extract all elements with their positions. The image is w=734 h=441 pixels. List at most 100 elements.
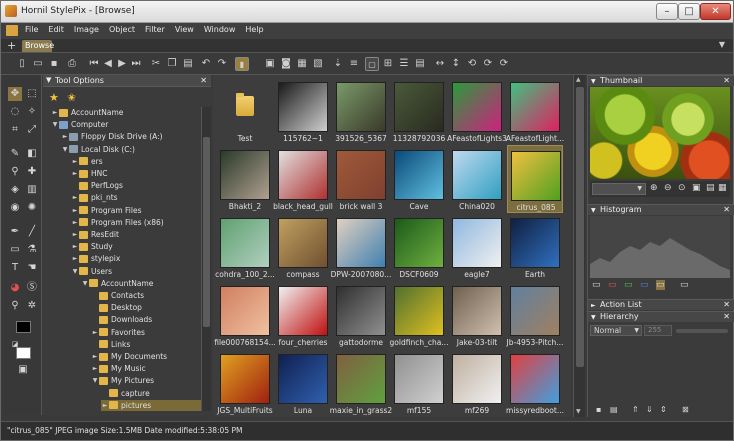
script-tool-icon[interactable]: Ⓢ [25, 281, 39, 295]
new-layer-icon[interactable]: ▪ [596, 405, 601, 414]
close-icon[interactable]: ✕ [200, 76, 207, 85]
thumbnail-item[interactable]: JGS_MultiFruits [217, 349, 273, 417]
new-tab-plus-icon[interactable]: + [7, 39, 16, 52]
expand-arrow-icon[interactable]: ► [91, 353, 99, 360]
menu-filter[interactable]: Filter [145, 25, 165, 34]
move-down-icon[interactable]: ⇓ [646, 405, 653, 414]
collapse-triangle-icon[interactable]: ▼ [591, 78, 596, 85]
gradient-tool-icon[interactable]: ▥ [25, 183, 39, 197]
tree-item[interactable]: Links [91, 339, 201, 350]
tab-browse[interactable]: Browse [22, 40, 54, 52]
expand-arrow-icon[interactable]: ► [71, 243, 79, 250]
magic-wand-icon[interactable]: ✧ [25, 105, 39, 119]
expand-arrow-icon[interactable]: ► [101, 402, 109, 409]
tree-item[interactable]: ► Program Files (x86) [71, 217, 201, 228]
close-button[interactable]: ✕ [700, 3, 731, 20]
expand-arrow-icon[interactable]: ► [71, 255, 79, 262]
grid-scroll-thumb[interactable] [576, 87, 584, 367]
collapse-arrow-icon[interactable]: ▼ [71, 268, 79, 275]
rotate-left-icon[interactable]: ⟲ [465, 57, 479, 71]
undo-icon[interactable]: ↶ [199, 57, 213, 71]
sort-icon[interactable]: ≡ [347, 57, 361, 71]
cut-icon[interactable]: ✂ [149, 57, 163, 71]
thumbnail-item[interactable]: Luna [275, 349, 331, 417]
tree-item[interactable]: ▼ Computer [51, 119, 201, 130]
collapse-arrow-icon[interactable]: ▼ [81, 280, 89, 287]
next-icon[interactable]: ▶ [115, 57, 129, 71]
close-icon[interactable]: ✕ [723, 205, 730, 214]
tree-item[interactable]: ► HNC [71, 168, 201, 179]
collapse-arrow-icon[interactable]: ▼ [91, 377, 99, 384]
tab-list-chevron-down-icon[interactable]: ▼ [719, 40, 725, 49]
channel-luminance-icon[interactable]: ▭ [656, 280, 665, 290]
tree-item[interactable]: ► My Documents [91, 351, 201, 362]
color-picker-icon[interactable]: ◕ [8, 281, 22, 295]
zoom-in-icon[interactable]: ⊕ [650, 183, 658, 193]
expand-arrow-icon[interactable]: ► [71, 231, 79, 238]
expand-arrow-icon[interactable]: ► [91, 329, 99, 336]
tree-item[interactable]: ► pki_nts [71, 192, 201, 203]
thumbnail-item[interactable]: Cave [391, 145, 447, 213]
channel-blue-icon[interactable]: ▭ [640, 280, 649, 290]
thumbnail-item[interactable]: brick wall 3 [333, 145, 389, 213]
scroll-down-icon[interactable]: ▼ [576, 408, 581, 415]
tree-item[interactable]: ▼ Users [71, 266, 201, 277]
thumbnail-item[interactable]: Jake-03-tilt [449, 281, 505, 349]
thumbnail-item[interactable]: Bhakti_2 [217, 145, 273, 213]
thumbnail-item[interactable]: maxie_in_grass2 [330, 349, 392, 417]
text-tool-icon[interactable]: T [8, 261, 22, 275]
settings-gear-icon[interactable]: ✲ [25, 299, 39, 313]
document-menu-icon[interactable] [6, 25, 18, 36]
menu-object[interactable]: Object [109, 25, 135, 34]
scroll-up-icon[interactable]: ▲ [576, 76, 581, 83]
thumbnail-item[interactable]: eagle7 [449, 213, 505, 281]
expand-arrow-icon[interactable]: ► [91, 365, 99, 372]
delete-layer-icon[interactable]: ⊠ [682, 405, 689, 414]
minimize-button[interactable]: – [656, 3, 678, 20]
line-tool-icon[interactable]: ╱ [25, 225, 39, 239]
tree-scroll-thumb[interactable] [203, 137, 210, 327]
new-file-icon[interactable]: ▯ [15, 57, 29, 71]
fill-tool-icon[interactable]: ◈ [8, 183, 22, 197]
channel-all-icon[interactable]: ▭ [592, 280, 601, 290]
lasso-tool-icon[interactable]: ◌ [8, 105, 22, 119]
shape-tool-icon[interactable]: ▭ [8, 243, 22, 257]
tree-item[interactable]: capture [101, 388, 201, 399]
expand-arrow-icon[interactable]: ► [71, 207, 79, 214]
collapse-triangle-icon[interactable]: ▼ [591, 207, 596, 214]
tree-item[interactable]: ► ResEdit [71, 229, 201, 240]
tree-scrollbar[interactable] [201, 107, 211, 411]
eraser-tool-icon[interactable]: ◧ [25, 147, 39, 161]
paste-icon[interactable]: ▤ [181, 57, 195, 71]
copy-to-icon[interactable]: ▧ [311, 57, 325, 71]
zoom-fit-icon[interactable]: ⊙ [678, 183, 686, 193]
merge-icon[interactable]: ⇕ [660, 405, 667, 414]
add-favorite-star-icon[interactable]: ✬ [67, 91, 76, 104]
maximize-button[interactable]: □ [678, 3, 700, 20]
crop-tool-icon[interactable]: ⌗ [8, 123, 22, 137]
copy-icon[interactable]: ❐ [165, 57, 179, 71]
thumbnail-item[interactable]: AFeastofLight... [506, 77, 564, 145]
tree-item[interactable]: ► pictures [101, 399, 201, 411]
menu-view[interactable]: View [175, 25, 194, 34]
flip-vertical-icon[interactable]: ↕ [449, 57, 463, 71]
hand-tool-icon[interactable]: ☚ [25, 261, 39, 275]
thumbnail-item[interactable]: mf269 [449, 349, 505, 417]
thumbnail-item[interactable]: compass [275, 213, 331, 281]
expand-arrow-icon[interactable]: ► [51, 109, 59, 116]
expand-arrow-icon[interactable]: ► [71, 219, 79, 226]
channel-options-icon[interactable]: ▭ [680, 280, 689, 290]
zoom-actual-icon[interactable]: ▣ [692, 183, 701, 193]
rotate-free-icon[interactable]: ⟳ [497, 57, 511, 71]
favorites-star-icon[interactable]: ★ [49, 91, 59, 104]
zoom-out-icon[interactable]: ⊖ [664, 183, 672, 193]
thumbnail-item[interactable]: Earth [507, 213, 563, 281]
opacity-slider[interactable] [676, 329, 728, 333]
redeye-tool-icon[interactable]: ◉ [8, 201, 22, 215]
thumbnail-item[interactable]: gattodorme [333, 281, 389, 349]
image-icon[interactable]: ▦ [295, 57, 309, 71]
grid-scrollbar[interactable]: ▲ ▼ [573, 75, 585, 417]
panel-toggle-icon[interactable]: ▮ [235, 57, 249, 71]
print-icon[interactable]: ⎙ [65, 57, 79, 71]
close-icon[interactable]: ✕ [723, 76, 730, 85]
